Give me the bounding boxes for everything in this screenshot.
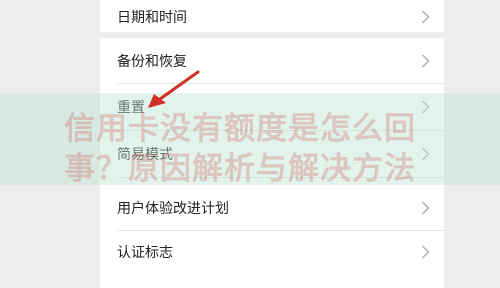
chevron-right-icon: [421, 200, 430, 215]
settings-item-certification[interactable]: 认证标志: [100, 229, 444, 274]
settings-item-label: 用户体验改进计划: [117, 200, 229, 217]
settings-item-label: 备份和恢复: [117, 53, 187, 70]
settings-item-backup-restore[interactable]: 备份和恢复: [100, 38, 444, 83]
watermark-text-line2: 事？原因解析与解决方法: [64, 151, 416, 187]
chevron-right-icon: [421, 9, 430, 24]
chevron-right-icon: [421, 53, 430, 68]
settings-item-user-experience[interactable]: 用户体验改进计划: [100, 185, 444, 230]
settings-item-label: 日期和时间: [117, 9, 187, 26]
settings-item-label: 认证标志: [117, 244, 173, 261]
watermark-text-line1: 信用卡没有额度是怎么回: [64, 111, 416, 147]
chevron-right-icon: [421, 244, 430, 259]
settings-item-date-time[interactable]: 日期和时间: [100, 0, 444, 39]
settings-card-top: 日期和时间: [100, 0, 444, 32]
